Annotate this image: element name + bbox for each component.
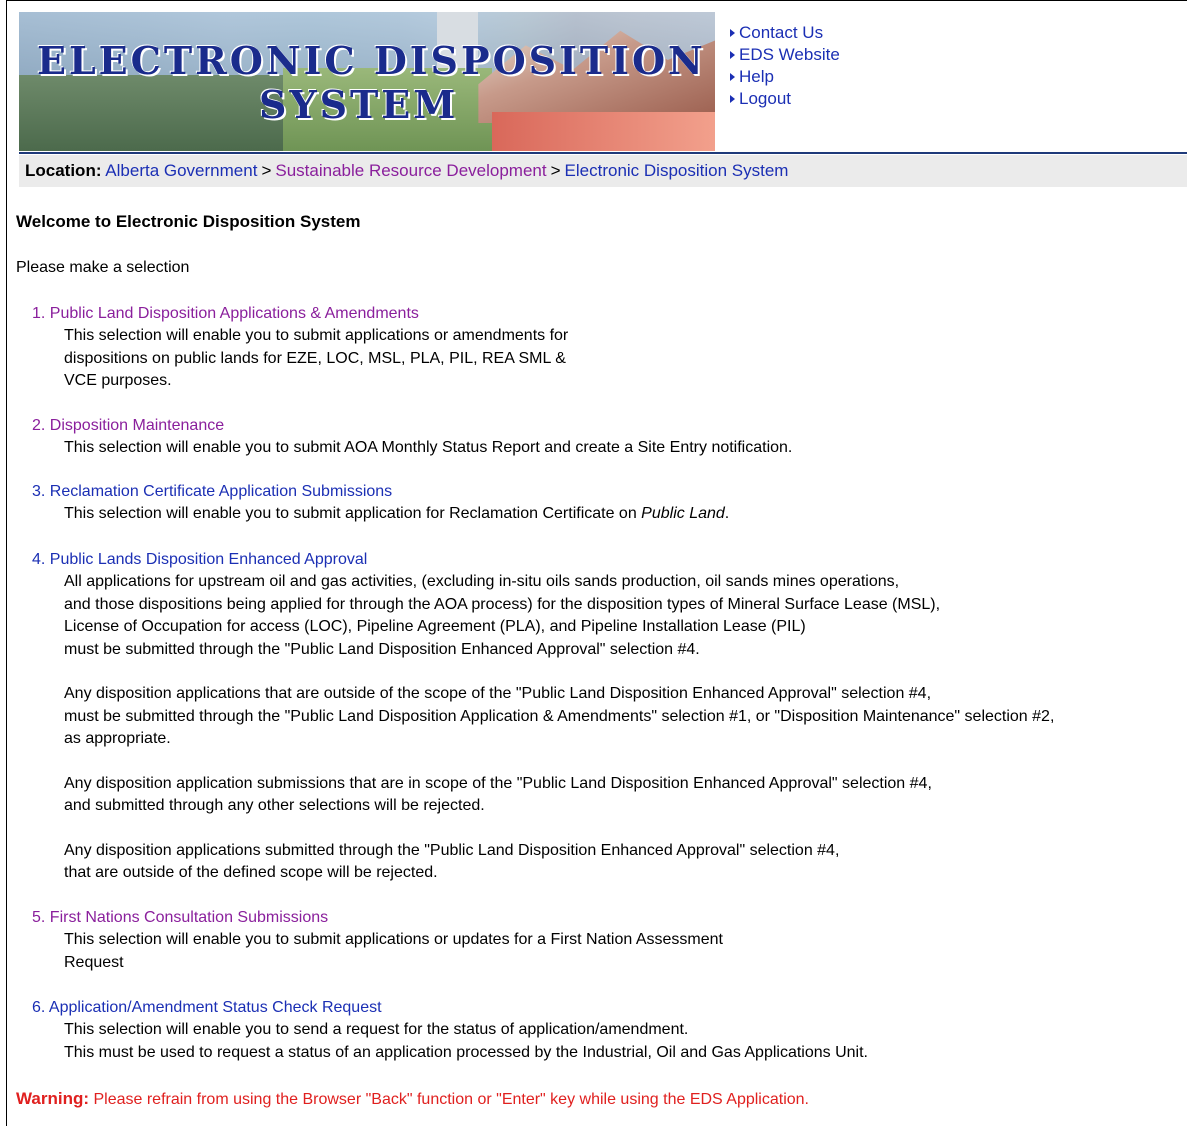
selection-4-para-2: Any disposition applications that are ou…: [64, 685, 1055, 747]
banner-title-line1: ELECTRONIC DISPOSITION: [37, 38, 706, 83]
selection-2: 2. Disposition Maintenance This selectio…: [32, 415, 792, 460]
warning-label: Warning:: [16, 1089, 90, 1108]
selection-6: 6. Application/Amendment Status Check Re…: [32, 997, 868, 1064]
selection-4-para-4: Any disposition applications submitted t…: [64, 841, 840, 882]
selection-2-desc: This selection will enable you to submit…: [64, 439, 793, 456]
breadcrumb-electronic-disposition-system[interactable]: Electronic Disposition System: [565, 161, 789, 180]
selection-3: 3. Reclamation Certificate Application S…: [32, 481, 729, 526]
warning-message: Warning: Please refrain from using the B…: [16, 1089, 809, 1109]
arrow-right-icon: [730, 29, 735, 37]
selection-4: 4. Public Lands Disposition Enhanced App…: [32, 549, 1054, 885]
selection-5: 5. First Nations Consultation Submission…: [32, 907, 723, 974]
contact-us-link[interactable]: Contact Us: [730, 22, 840, 44]
top-links: Contact Us EDS Website Help Logout: [730, 22, 840, 110]
eds-banner: ELECTRONIC DISPOSITION SYSTEM: [19, 12, 715, 151]
help-link[interactable]: Help: [730, 66, 840, 88]
breadcrumb-sustainable-resource-development[interactable]: Sustainable Resource Development: [275, 161, 546, 180]
selection-1: 1. Public Land Disposition Applications …: [32, 303, 568, 393]
location-label: Location:: [25, 161, 102, 180]
eds-website-link[interactable]: EDS Website: [730, 44, 840, 66]
selection-3-desc: This selection will enable you to submit…: [64, 505, 730, 522]
arrow-right-icon: [730, 73, 735, 81]
location-divider: [19, 152, 1187, 154]
selection-1-desc: This selection will enable you to submit…: [64, 327, 569, 389]
breadcrumb-alberta-government[interactable]: Alberta Government: [105, 161, 257, 180]
breadcrumb: Location: Alberta Government > Sustainable…: [19, 155, 1187, 187]
instruction-text: Please make a selection: [16, 259, 190, 276]
arrow-right-icon: [730, 95, 735, 103]
selection-4-para-3: Any disposition application submissions …: [64, 774, 932, 815]
selection-5-desc: This selection will enable you to submit…: [64, 931, 723, 971]
banner-title-line2: SYSTEM: [259, 82, 459, 127]
frame-top-border: [6, 0, 1187, 1]
selection-6-desc: This selection will enable you to send a…: [64, 1021, 868, 1061]
selection-4-para-1: All applications for upstream oil and ga…: [64, 573, 941, 658]
logout-link[interactable]: Logout: [730, 88, 840, 110]
warning-text: Please refrain from using the Browser "B…: [93, 1091, 809, 1108]
selection-2-link[interactable]: 2. Disposition Maintenance: [32, 415, 792, 437]
frame-left-border: [6, 0, 7, 1126]
selection-3-link[interactable]: 3. Reclamation Certificate Application S…: [32, 481, 729, 503]
selection-4-link[interactable]: 4. Public Lands Disposition Enhanced App…: [32, 549, 1054, 571]
selection-5-link[interactable]: 5. First Nations Consultation Submission…: [32, 907, 723, 929]
selection-6-link[interactable]: 6. Application/Amendment Status Check Re…: [32, 997, 868, 1019]
page-title: Welcome to Electronic Disposition System: [16, 212, 361, 231]
arrow-right-icon: [730, 51, 735, 59]
selection-1-link[interactable]: 1. Public Land Disposition Applications …: [32, 303, 568, 325]
